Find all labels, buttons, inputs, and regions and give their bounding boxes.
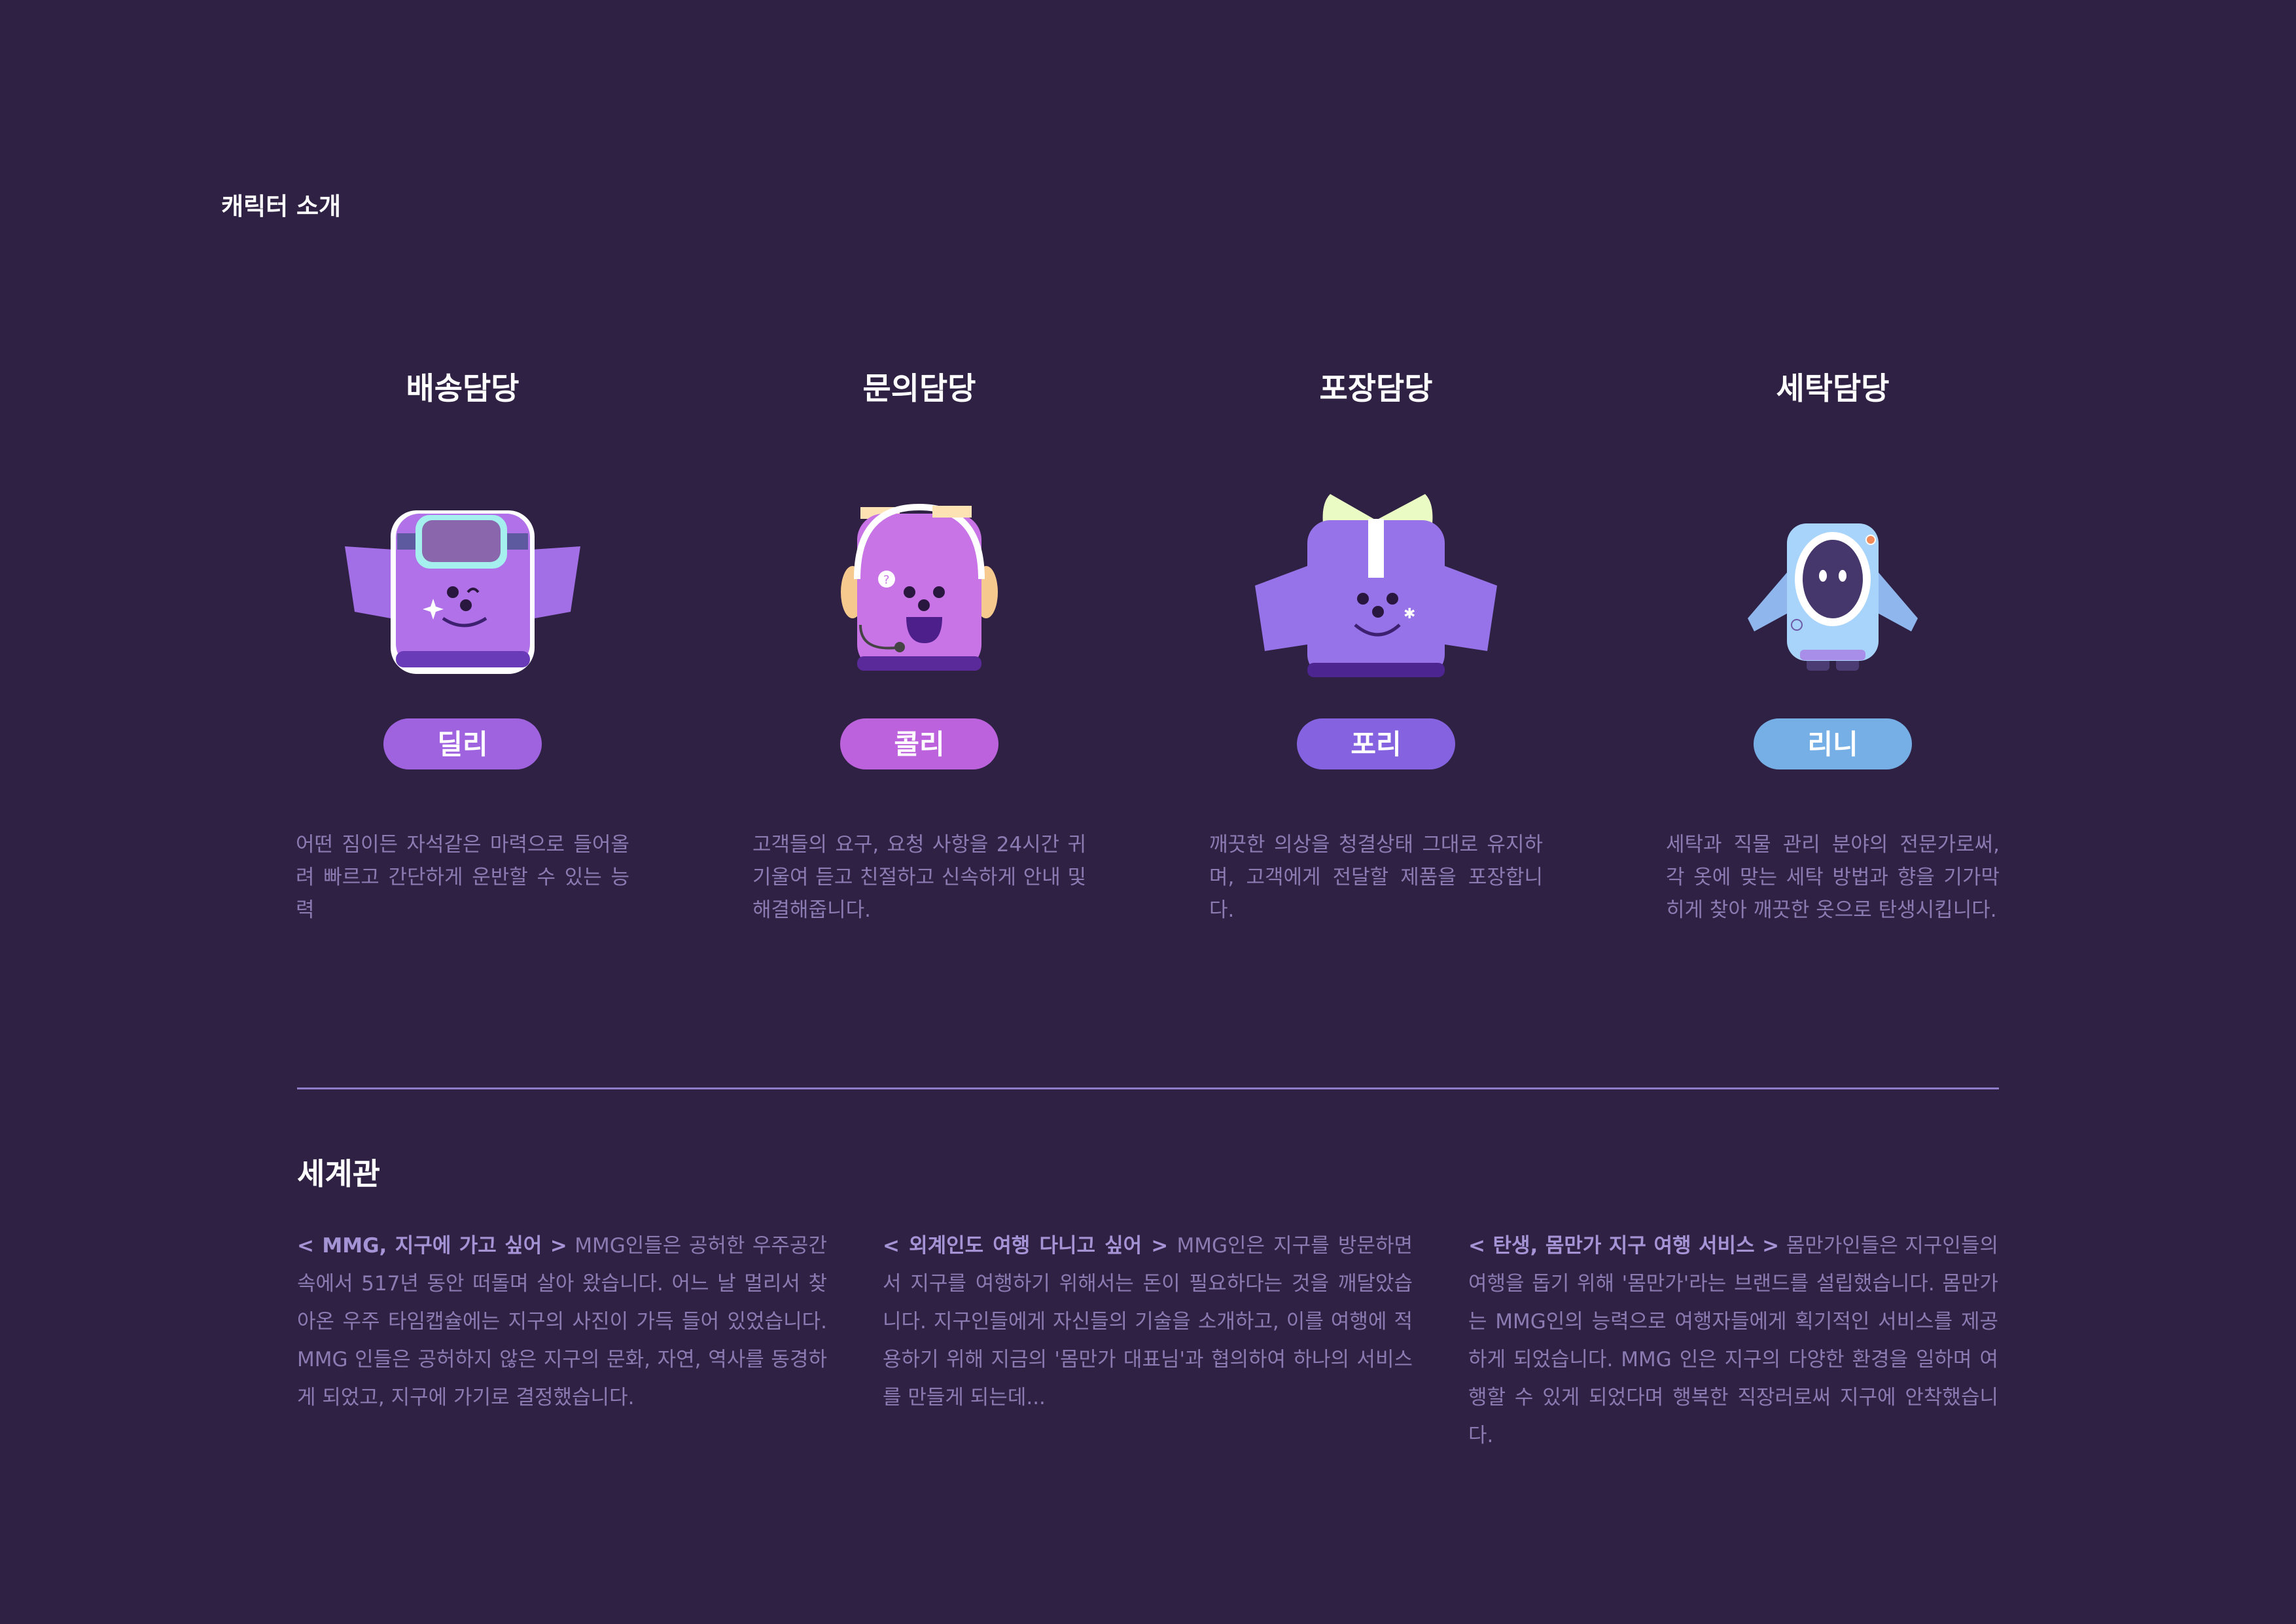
character-role: 포장담당 <box>1319 371 1433 407</box>
worldview-item: < 탄생, 몸만가 지구 여행 서비스 > 몸만가인들은 지구인들의 여행을 돕… <box>1468 1227 1998 1455</box>
character-name-button[interactable]: 리니 <box>1754 718 1912 769</box>
svg-text:✱: ✱ <box>1404 606 1415 622</box>
character-role: 세탁담당 <box>1776 371 1890 407</box>
character-card-inquiry: 문의담당 ? 콜리 고객들의 요구, 요청 사항을 24시간 귀 기울여 듣고 … <box>691 363 1148 927</box>
washing-machine-character-icon <box>1748 523 1918 671</box>
worldview-heading: < 외계인도 여행 다니고 싶어 > <box>883 1234 1169 1258</box>
headset-character-icon: ? <box>841 503 998 671</box>
ribbon-character-icon: ✱ <box>1255 494 1497 677</box>
character-description: 깨끗한 의상을 청결상태 그대로 유지하며, 고객에게 전달할 제품을 포장합니… <box>1209 833 1543 922</box>
character-name-button[interactable]: 포리 <box>1297 718 1455 769</box>
character-card-packing: 포장담당 ✱ 포리 깨끗한 의상을 청결상태 그대로 유지하며, 고객에게 전달… <box>1148 363 1604 927</box>
worldview-heading: < 탄생, 몸만가 지구 여행 서비스 > <box>1468 1234 1780 1258</box>
character-description: 어떤 짐이든 자석같은 마력으로 들어올려 빠르고 간단하게 운반할 수 있는 … <box>296 833 629 922</box>
character-description: 세탁과 직물 관리 분야의 전문가로써, 각 옷에 맞는 세탁 방법과 향을 기… <box>1666 833 2000 922</box>
svg-text:?: ? <box>883 573 890 587</box>
character-name-button[interactable]: 딜리 <box>383 718 542 769</box>
character-name-button[interactable]: 콜리 <box>840 718 998 769</box>
worldview-title: 세계관 <box>297 1156 380 1192</box>
section-divider <box>297 1087 1999 1089</box>
worldview-item: < 외계인도 여행 다니고 싶어 > MMG인은 지구를 방문하면서 지구를 여… <box>883 1227 1413 1417</box>
worldview-body: MMG인은 지구를 방문하면서 지구를 여행하기 위해서는 돈이 필요하다는 것… <box>883 1234 1413 1409</box>
worldview-body: 몸만가인들은 지구인들의 여행을 돕기 위해 '몸만가'라는 브랜드를 설립했습… <box>1468 1234 1998 1447</box>
section-title: 캐릭터 소개 <box>221 192 342 221</box>
character-role: 문의담당 <box>862 371 976 407</box>
worldview-body: MMG인들은 공허한 우주공간 속에서 517년 동안 떠돌며 살아 왔습니다.… <box>297 1234 827 1409</box>
character-description: 고객들의 요구, 요청 사항을 24시간 귀 기울여 듣고 친절하고 신속하게 … <box>752 833 1086 922</box>
character-card-delivery: 배송담당 딜리 어떤 짐이든 자석같은 마력으로 들어올려 빠르고 간단하게 운… <box>234 363 691 927</box>
goggles-character-icon <box>345 510 580 674</box>
character-role: 배송담당 <box>406 371 520 407</box>
worldview-heading: < MMG, 지구에 가고 싶어 > <box>297 1234 567 1258</box>
character-card-laundry: 세탁담당 리니 세탁과 직물 관리 분야의 전문가로써, 각 옷에 맞는 세탁 … <box>1604 363 2061 927</box>
worldview-item: < MMG, 지구에 가고 싶어 > MMG인들은 공허한 우주공간 속에서 5… <box>297 1227 827 1417</box>
